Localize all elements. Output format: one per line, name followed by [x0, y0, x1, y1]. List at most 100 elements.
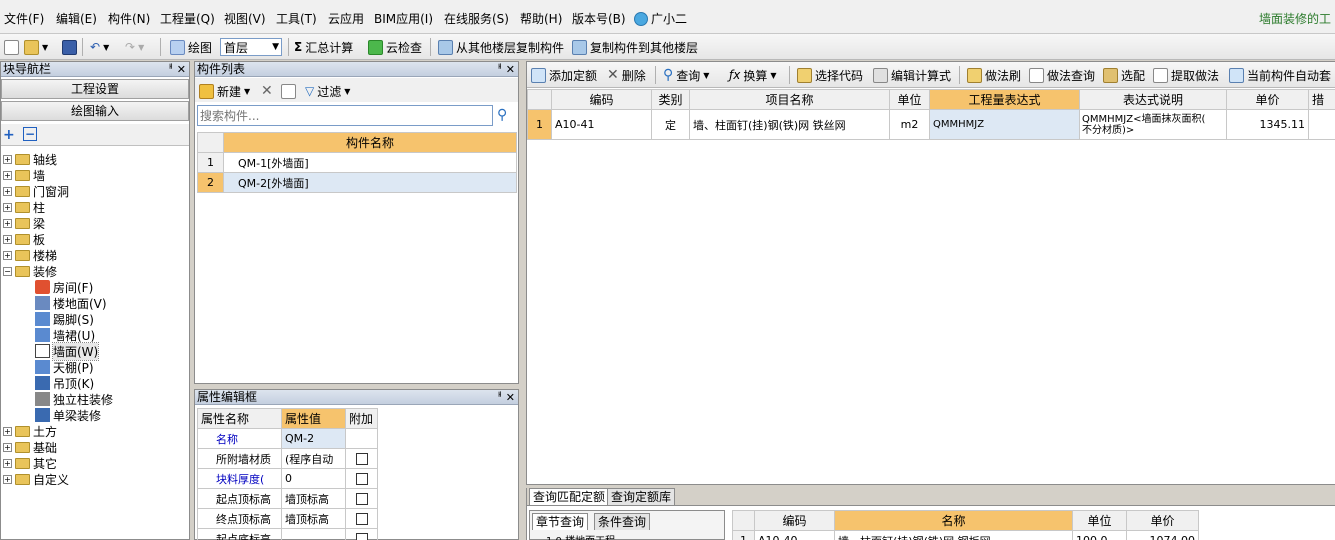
tree-item-column-decor[interactable]: 独立柱装修 [35, 391, 113, 407]
expand-icon[interactable]: + [3, 186, 12, 196]
extract-method-button[interactable]: 提取做法 [1153, 66, 1219, 84]
tree-item-room[interactable]: 房间(F) [35, 279, 93, 295]
redo-button[interactable]: ↷ ▼ [125, 38, 144, 56]
save-button[interactable] [62, 38, 77, 56]
price-cell[interactable]: 1074.00 [1126, 530, 1199, 540]
property-value[interactable]: (程序自动 [281, 448, 346, 469]
expand-all-icon[interactable]: + [3, 127, 15, 143]
delete-quota-button[interactable]: ✕ 删除 [607, 66, 646, 84]
copy-component-button[interactable] [281, 82, 296, 100]
tree-item-ceiling[interactable]: 天棚(P) [35, 359, 94, 375]
tree-item-wall[interactable]: + 墙 [3, 167, 45, 183]
property-value[interactable]: 墙顶标高 [281, 488, 346, 509]
select-code-button[interactable]: 选择代码 [797, 66, 863, 84]
extra-checkbox[interactable] [355, 493, 368, 505]
convert-button[interactable]: ƒx 换算 ▼ [729, 66, 777, 84]
name-cell[interactable]: 墙、柱面钉(挂)钢(铁)网 钢板网 [834, 530, 1073, 540]
expand-icon[interactable]: + [3, 154, 12, 164]
assistant-button[interactable]: 广小二 [634, 10, 687, 27]
expand-icon[interactable]: + [3, 202, 12, 212]
new-component-button[interactable]: 新建 ▼ [199, 82, 250, 100]
extra-checkbox[interactable] [355, 513, 368, 525]
tab-chapter-query[interactable]: 章节查询 [532, 513, 589, 530]
property-value[interactable]: QM-2 [281, 428, 346, 449]
tab-condition-query[interactable]: 条件查询 [594, 513, 651, 530]
tree-item-foundation[interactable]: + 基础 [3, 439, 57, 455]
tree-item-dado[interactable]: 墙裙(U) [35, 327, 95, 343]
filter-button[interactable]: ▽ 过滤 ▼ [305, 82, 350, 100]
method-brush-button[interactable]: 做法刷 [967, 66, 1021, 84]
tree-item-beam-decor[interactable]: 单梁装修 [35, 407, 101, 423]
table-row[interactable]: 1 A10-41 定 墙、柱面钉(挂)钢(铁)网 铁丝网 m2 QMMHMJZ … [527, 109, 1335, 140]
extra-checkbox[interactable] [355, 473, 368, 485]
tree-item-floor-surface[interactable]: 楼地面(V) [35, 295, 107, 311]
tree-item-axis[interactable]: + 轴线 [3, 151, 57, 167]
expand-icon[interactable]: + [3, 442, 12, 452]
component-search-input[interactable] [198, 106, 492, 125]
extra-checkbox[interactable] [355, 453, 368, 465]
tree-item-other[interactable]: + 其它 [3, 455, 57, 471]
auto-apply-button[interactable]: 当前构件自动套 [1229, 66, 1331, 84]
code-cell[interactable]: A10-41 [551, 109, 652, 140]
drawing-input-button[interactable]: 绘图输入 [1, 101, 189, 121]
expression-desc-cell[interactable]: QMMHMJZ<墙面抹灰面积(不分材质)> [1079, 109, 1227, 140]
query-button[interactable]: ⚲ 查询 ▼ [663, 66, 709, 84]
edit-formula-button[interactable]: 编辑计算式 [873, 66, 951, 84]
property-value[interactable]: 0 [281, 468, 346, 489]
menu-help[interactable]: 帮助(H) [520, 10, 562, 27]
chapter-tree-item[interactable]: 1.0 楼地面工程 [546, 532, 615, 540]
match-button[interactable]: 选配 [1103, 66, 1145, 84]
expand-icon[interactable]: + [3, 474, 12, 484]
search-icon[interactable]: ⚲ [497, 107, 507, 123]
close-icon[interactable]: ✕ [506, 390, 515, 405]
table-row[interactable]: 1 QM-1[外墙面] [197, 152, 517, 173]
open-file-button[interactable]: ▼ [24, 38, 48, 56]
menu-cloud[interactable]: 云应用 [328, 10, 364, 27]
tab-quota-library[interactable]: 查询定额库 [607, 488, 676, 505]
property-value[interactable] [281, 528, 346, 540]
tree-item-earthwork[interactable]: + 土方 [3, 423, 57, 439]
extra-checkbox[interactable] [355, 533, 368, 540]
expression-cell[interactable]: QMMHMJZ [929, 109, 1080, 140]
table-row[interactable]: 2 QM-2[外墙面] [197, 172, 517, 193]
expand-icon[interactable]: + [3, 218, 12, 228]
menu-version[interactable]: 版本号(B) [572, 10, 626, 27]
expand-icon[interactable]: + [3, 170, 12, 180]
tree-item-wall-surface[interactable]: 墙面(W) [35, 341, 100, 361]
expand-icon[interactable]: + [3, 426, 12, 436]
tree-item-suspended-ceiling[interactable]: 吊顶(K) [35, 375, 94, 391]
menu-edit[interactable]: 编辑(E) [56, 10, 97, 27]
component-name-cell[interactable]: QM-1[外墙面] [223, 152, 517, 173]
tree-item-stairs[interactable]: + 楼梯 [3, 247, 57, 263]
expand-icon[interactable]: + [3, 458, 12, 468]
project-settings-button[interactable]: 工程设置 [1, 79, 189, 99]
pin-icon[interactable]: ᅢ [164, 62, 173, 77]
copy-from-floor-button[interactable]: 从其他楼层复制构件 [438, 38, 564, 56]
menu-file[interactable]: 文件(F) [4, 10, 44, 27]
expand-icon[interactable]: + [3, 234, 12, 244]
new-file-button[interactable] [4, 38, 19, 56]
measure-cell[interactable] [1308, 109, 1335, 140]
expand-icon[interactable]: + [3, 250, 12, 260]
floor-select[interactable]: 首层 ▼ [220, 38, 282, 56]
method-query-button[interactable]: 做法查询 [1029, 66, 1095, 84]
copy-to-floor-button[interactable]: 复制构件到其他楼层 [572, 38, 698, 56]
unit-cell[interactable]: m2 [889, 109, 930, 140]
cloud-check-button[interactable]: 云检查 [368, 38, 422, 56]
menu-view[interactable]: 视图(V) [224, 10, 266, 27]
tree-item-door-window[interactable]: + 门窗洞 [3, 183, 69, 199]
tab-match-quota[interactable]: 查询匹配定额 [529, 488, 610, 505]
menu-quantity[interactable]: 工程量(Q) [160, 10, 215, 27]
summary-calc-button[interactable]: Σ 汇总计算 [294, 38, 353, 56]
close-icon[interactable]: ✕ [506, 62, 515, 77]
property-value[interactable]: 墙顶标高 [281, 508, 346, 529]
menu-component[interactable]: 构件(N) [108, 10, 150, 27]
undo-button[interactable]: ↶ ▼ [90, 38, 109, 56]
menu-bim[interactable]: BIM应用(I) [374, 10, 433, 27]
tree-item-slab[interactable]: + 板 [3, 231, 45, 247]
tree-item-custom[interactable]: + 自定义 [3, 471, 69, 487]
type-cell[interactable]: 定 [651, 109, 690, 140]
menu-tools[interactable]: 工具(T) [276, 10, 317, 27]
code-cell[interactable]: A10-40 [754, 530, 835, 540]
tree-item-skirting[interactable]: 踢脚(S) [35, 311, 94, 327]
